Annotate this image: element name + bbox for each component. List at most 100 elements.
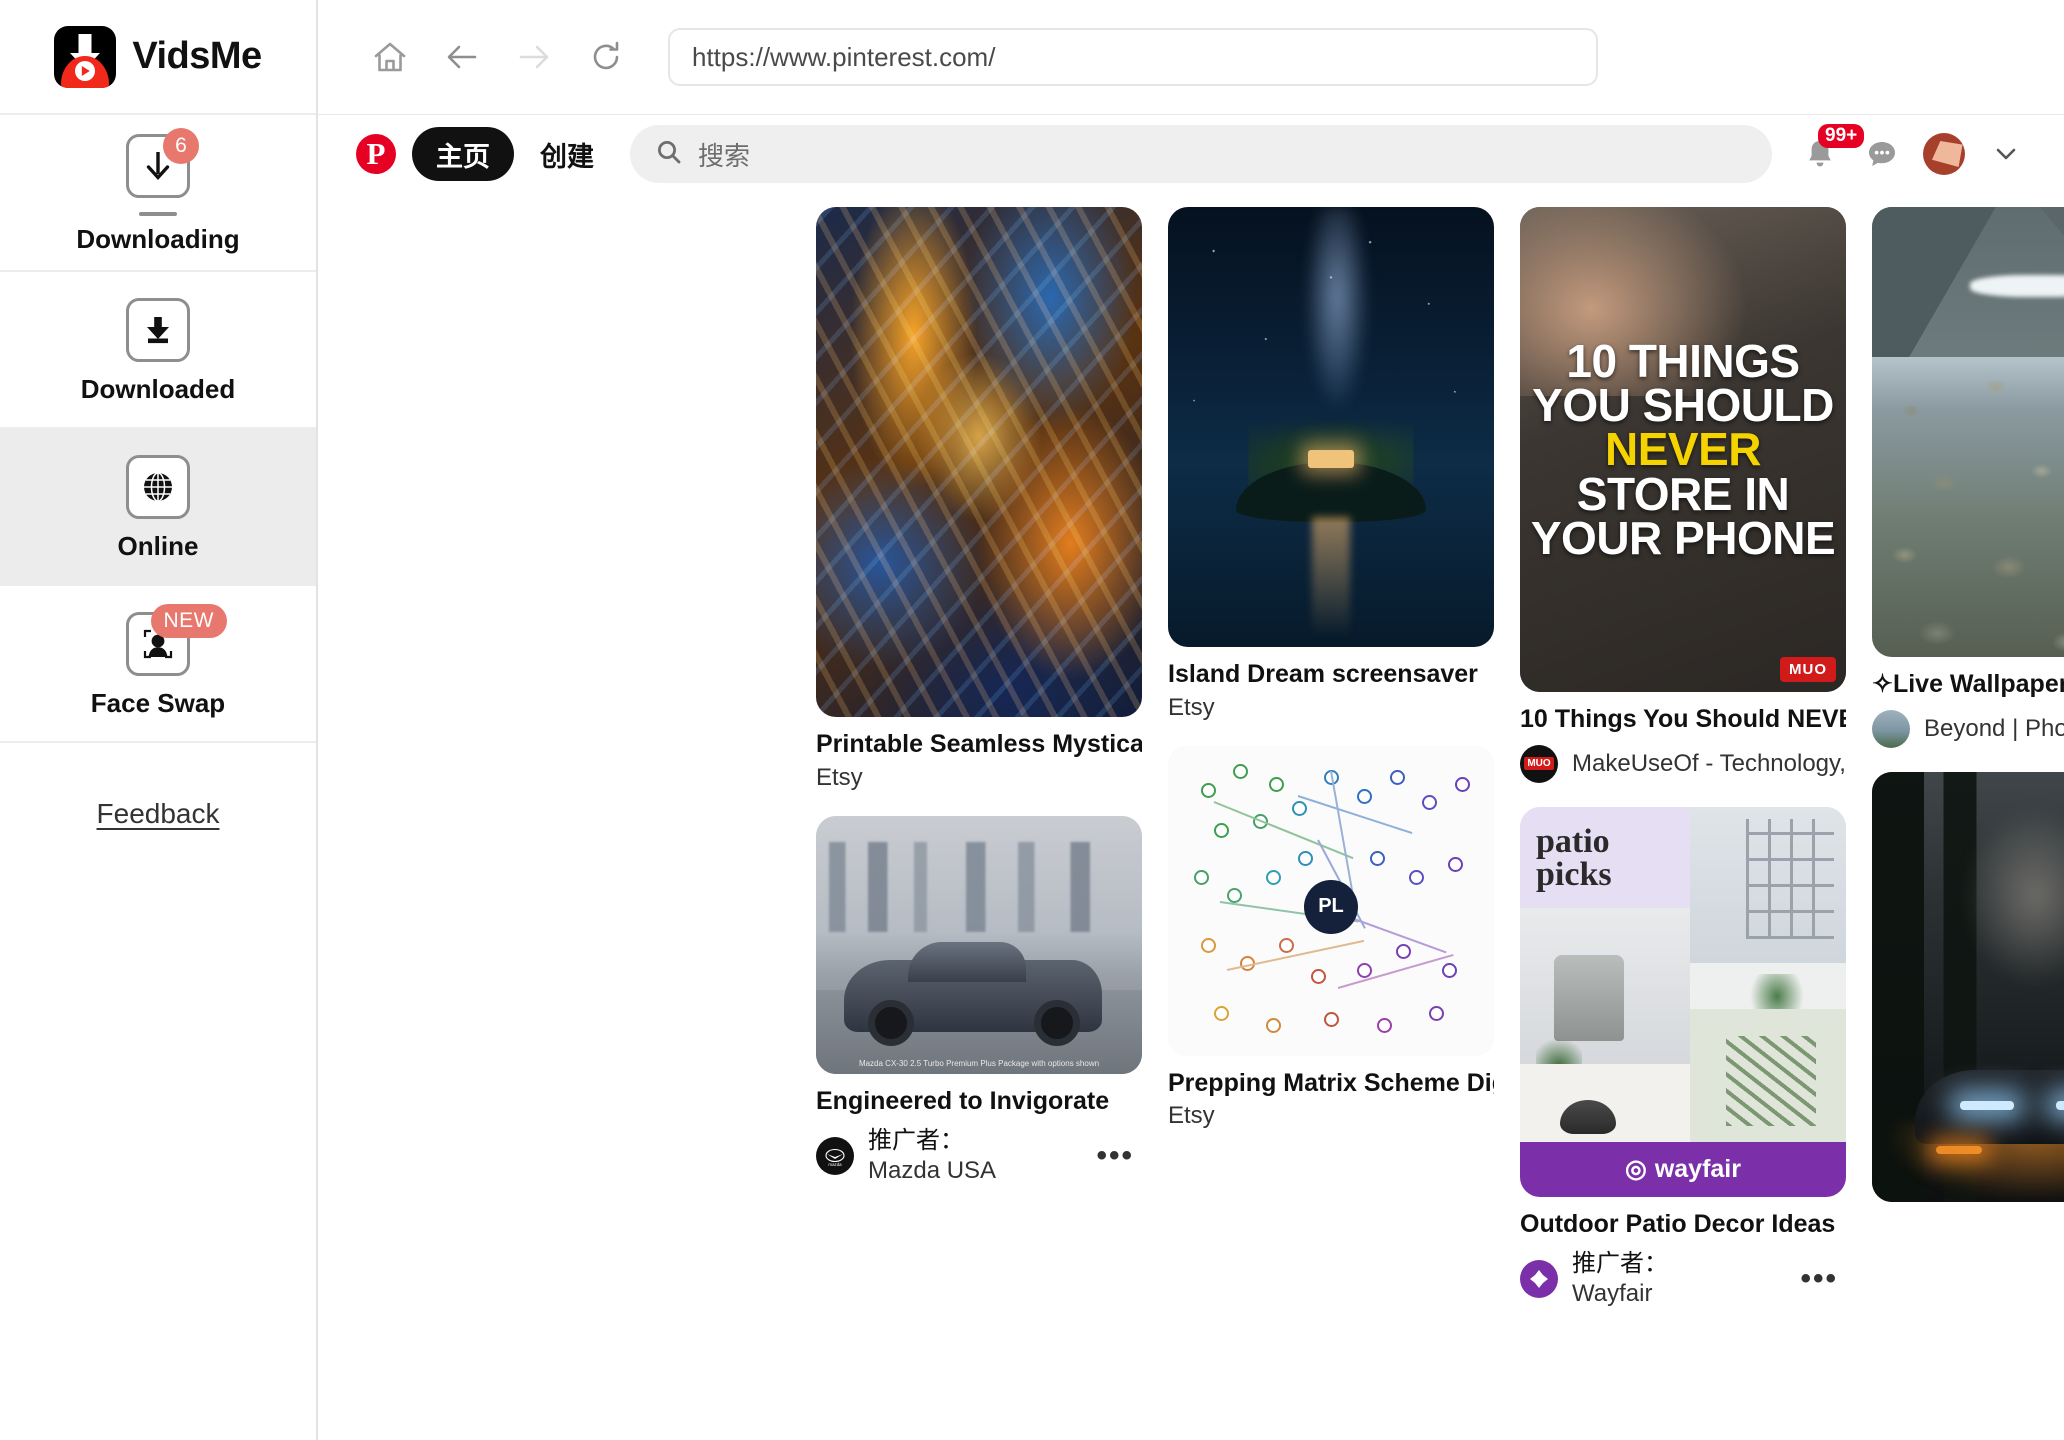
sidebar-item-label-downloading: Downloading [76,224,240,254]
ten-things-poster-artwork: 10 THINGS YOU SHOULD NEVER STORE IN YOUR… [1520,207,1846,692]
wayfair-brand-bar: ◎ wayfair [1520,1141,1846,1197]
globe-icon [113,451,203,523]
url-bar[interactable]: https://www.pinterest.com/ [668,28,1598,86]
search-icon [656,139,682,170]
pin-image[interactable] [816,207,1142,717]
pin-image[interactable]: PL [1168,745,1494,1056]
pin-card[interactable]: Island Dream screensaver Etsy [1168,207,1494,722]
poster-line: STORE IN [1576,467,1790,520]
pin-attribution[interactable]: MUO MakeUseOf - Technology,... [1520,744,1846,783]
sidebar-item-face-swap[interactable]: NEW Face Swap [0,586,316,743]
pinterest-header: P 主页 创建 搜索 99+ [318,115,2064,193]
wayfair-logo-icon [1520,1260,1558,1298]
more-options-icon[interactable]: ••• [1096,1139,1134,1173]
tab-create[interactable]: 创建 [514,135,620,174]
pin-image[interactable] [1872,771,2064,1202]
sidebar-item-online[interactable]: Online [0,429,316,586]
promoted-label: 推广者： [868,1127,964,1154]
mazda-car-artwork: Mazda CX-30 2.5 Turbo Premium Plus Packa… [816,815,1142,1074]
app-brand: VidsMe [0,0,316,115]
browser-toolbar: https://www.pinterest.com/ [318,0,2064,115]
pin-card[interactable]: ✧Live Wallpaper HD New Tab... Beyond | P… [1872,207,2064,748]
patio-collage-artwork: patio picks ◎ wayfair [1520,806,1846,1197]
sidebar: VidsMe 6 Downloading Downloaded Online N… [0,0,318,1440]
sidebar-item-downloading[interactable]: 6 Downloading [0,115,316,272]
pinterest-logo-icon[interactable]: P [356,134,396,174]
poster-line: YOUR PHONE [1530,511,1836,564]
face-frame-icon: NEW [113,604,227,680]
pinterest-logo-glyph: P [366,136,386,171]
avatar[interactable] [1916,126,1972,182]
pin-image[interactable]: patio picks ◎ wayfair [1520,806,1846,1197]
wayfair-mark-icon: ◎ [1625,1155,1647,1184]
masonry-column: ✧Live Wallpaper HD New Tab... Beyond | P… [1872,207,2064,1309]
pin-attribution-text: MakeUseOf - Technology,... [1572,749,1846,777]
car-disclaimer-caption: Mazda CX-30 2.5 Turbo Premium Plus Packa… [858,1058,1100,1068]
pin-attribution[interactable]: Beyond | Phone Wallpaper... [1872,709,2064,748]
pin-image[interactable]: 10 THINGS YOU SHOULD NEVER STORE IN YOUR… [1520,207,1846,692]
abstract-silk-artwork [816,207,1142,717]
masonry-column: 10 THINGS YOU SHOULD NEVER STORE IN YOUR… [1520,207,1846,1309]
sidebar-item-downloaded[interactable]: Downloaded [0,272,316,429]
chat-bubble-icon[interactable] [1854,126,1910,182]
pin-card[interactable]: 10 THINGS YOU SHOULD NEVER STORE IN YOUR… [1520,207,1846,783]
masonry-column: Island Dream screensaver Etsy PL Preppin… [1168,207,1494,1309]
reload-icon[interactable] [570,21,642,93]
makeuseof-logo-icon: MUO [1520,744,1558,783]
collage-title: patio picks [1536,822,1612,893]
browser-pane: https://www.pinterest.com/ P 主页 创建 搜索 99… [318,0,2064,1440]
search-placeholder: 搜索 [698,140,751,171]
promoted-block: 推广者： Mazda USA [868,1126,996,1186]
pin-card[interactable] [1872,771,2064,1202]
arrow-right-icon[interactable] [498,21,570,93]
icon-underline [139,212,177,216]
bell-icon[interactable]: 99+ [1792,124,1865,182]
pin-attribution[interactable]: mazda 推广者： Mazda USA ••• [816,1126,1142,1186]
matrix-core-label: PL [1304,879,1358,934]
more-options-icon[interactable]: ••• [1800,1262,1838,1296]
pin-attribution[interactable]: 推广者： Wayfair ••• [1520,1249,1846,1309]
pin-title: ✧Live Wallpaper HD New Tab... [1872,670,2064,698]
app-title: VidsMe [132,35,262,77]
arrow-left-icon[interactable] [426,21,498,93]
pin-attribution-text: Beyond | Phone Wallpaper... [1924,714,2064,742]
muo-watermark: MUO [1780,657,1836,682]
pin-card[interactable]: Mazda CX-30 2.5 Turbo Premium Plus Packa… [816,815,1142,1187]
poster-line: 10 THINGS [1566,335,1800,388]
feedback-area: Feedback [0,743,316,1043]
download-tray-icon [113,294,203,366]
promoted-block: 推广者： Wayfair [1572,1249,1668,1309]
home-icon[interactable] [354,21,426,93]
pin-source: Etsy [1168,1102,1215,1129]
pin-title: Engineered to Invigorate [816,1086,1110,1115]
pin-card[interactable]: patio picks ◎ wayfair Outdoor Patio Deco… [1520,806,1846,1310]
pin-title: 10 Things You Should NEVER... [1520,705,1846,733]
tab-home[interactable]: 主页 [412,127,514,181]
svg-text:mazda: mazda [828,1162,842,1167]
pin-source: Etsy [816,763,863,791]
pin-feed: Printable Seamless Mystical Sil... Etsy [318,193,2064,1440]
poster-text: 10 THINGS YOU SHOULD NEVER STORE IN YOUR… [1523,335,1843,564]
pin-image[interactable]: Mazda CX-30 2.5 Turbo Premium Plus Packa… [816,815,1142,1074]
lake-thumbnail-avatar [1872,709,1910,748]
collage-title-line2: picks [1536,855,1612,893]
pin-image[interactable] [1872,207,2064,657]
dark-forest-car-artwork [1872,771,2064,1202]
pin-card[interactable]: Printable Seamless Mystical Sil... Etsy [816,207,1142,792]
pin-title: Printable Seamless Mystical Sil... [816,730,1142,758]
collage-title-line1: patio [1536,822,1610,860]
pin-card[interactable]: PL Prepping Matrix Scheme Di Etsy [1168,745,1494,1131]
pin-title: Outdoor Patio Decor Ideas [1520,1209,1836,1238]
pin-image[interactable] [1168,207,1494,647]
island-night-artwork [1168,207,1494,647]
app-root: VidsMe 6 Downloading Downloaded Online N… [0,0,2064,1440]
network-diagram-artwork: PL [1168,745,1494,1056]
wayfair-brand-label: wayfair [1654,1154,1741,1183]
download-arrow-icon: 6 [113,128,203,202]
promoted-advertiser: Mazda USA [868,1157,997,1184]
feedback-link[interactable]: Feedback [97,798,220,830]
poster-line: YOU SHOULD [1532,379,1834,432]
chevron-down-icon[interactable] [1978,126,2034,182]
search-input[interactable]: 搜索 [630,125,1772,183]
